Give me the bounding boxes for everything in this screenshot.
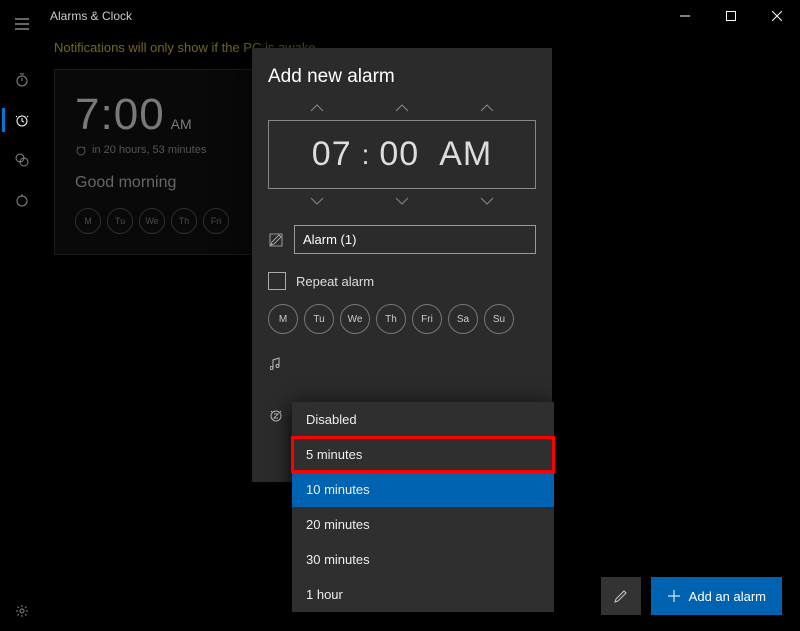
dropdown-item[interactable]: 1 hour <box>292 577 554 612</box>
sidebar <box>0 0 44 631</box>
snooze-dropdown[interactable]: Disabled 5 minutes 10 minutes 20 minutes… <box>292 402 554 612</box>
sound-icon <box>268 356 284 370</box>
minute-value[interactable]: 00 <box>369 135 429 174</box>
day-chip: M <box>75 208 101 234</box>
time-box[interactable]: 07 : 00 AM <box>268 120 536 189</box>
dropdown-item[interactable]: 10 minutes <box>292 472 554 507</box>
sidebar-item-alarm[interactable] <box>2 100 42 140</box>
time-picker: 07 : 00 AM <box>268 104 536 205</box>
ampm-value[interactable]: AM <box>429 135 502 174</box>
bottom-actions: Add an alarm <box>601 577 782 615</box>
add-alarm-button[interactable]: Add an alarm <box>651 577 782 615</box>
ampm-up[interactable] <box>457 104 517 112</box>
day-toggle[interactable]: Tu <box>304 304 334 334</box>
day-chip: Fri <box>203 208 229 234</box>
dialog-days: M Tu We Th Fri Sa Su <box>268 304 536 334</box>
day-chip: We <box>139 208 165 234</box>
day-toggle[interactable]: M <box>268 304 298 334</box>
edit-icon <box>268 233 284 247</box>
hour-down[interactable] <box>287 197 347 205</box>
day-chip: Th <box>171 208 197 234</box>
ampm-down[interactable] <box>457 197 517 205</box>
dialog-title: Add new alarm <box>268 66 536 88</box>
repeat-label: Repeat alarm <box>296 274 374 289</box>
close-button[interactable] <box>754 0 800 32</box>
alarm-name-input[interactable] <box>294 225 536 254</box>
dropdown-item[interactable]: 5 minutes <box>292 437 554 472</box>
day-chip: Tu <box>107 208 133 234</box>
day-toggle[interactable]: Th <box>376 304 406 334</box>
hour-up[interactable] <box>287 104 347 112</box>
day-toggle[interactable]: Su <box>484 304 514 334</box>
titlebar: Alarms & Clock <box>0 0 800 32</box>
app-title: Alarms & Clock <box>50 9 662 23</box>
dropdown-item[interactable]: 20 minutes <box>292 507 554 542</box>
sidebar-item-timer[interactable] <box>2 60 42 100</box>
add-alarm-label: Add an alarm <box>689 589 766 604</box>
repeat-checkbox[interactable] <box>268 272 286 290</box>
dropdown-item[interactable]: 30 minutes <box>292 542 554 577</box>
hour-value[interactable]: 07 <box>302 135 362 174</box>
sidebar-item-settings[interactable] <box>2 591 42 631</box>
edit-button[interactable] <box>601 577 641 615</box>
maximize-button[interactable] <box>708 0 754 32</box>
dropdown-item[interactable]: Disabled <box>292 402 554 437</box>
day-toggle[interactable]: Fri <box>412 304 442 334</box>
sidebar-item-stopwatch[interactable] <box>2 180 42 220</box>
hamburger-menu[interactable] <box>2 8 42 40</box>
day-toggle[interactable]: Sa <box>448 304 478 334</box>
day-toggle[interactable]: We <box>340 304 370 334</box>
minimize-button[interactable] <box>662 0 708 32</box>
minute-down[interactable] <box>372 197 432 205</box>
snooze-icon <box>268 408 284 422</box>
sidebar-item-worldclock[interactable] <box>2 140 42 180</box>
minute-up[interactable] <box>372 104 432 112</box>
